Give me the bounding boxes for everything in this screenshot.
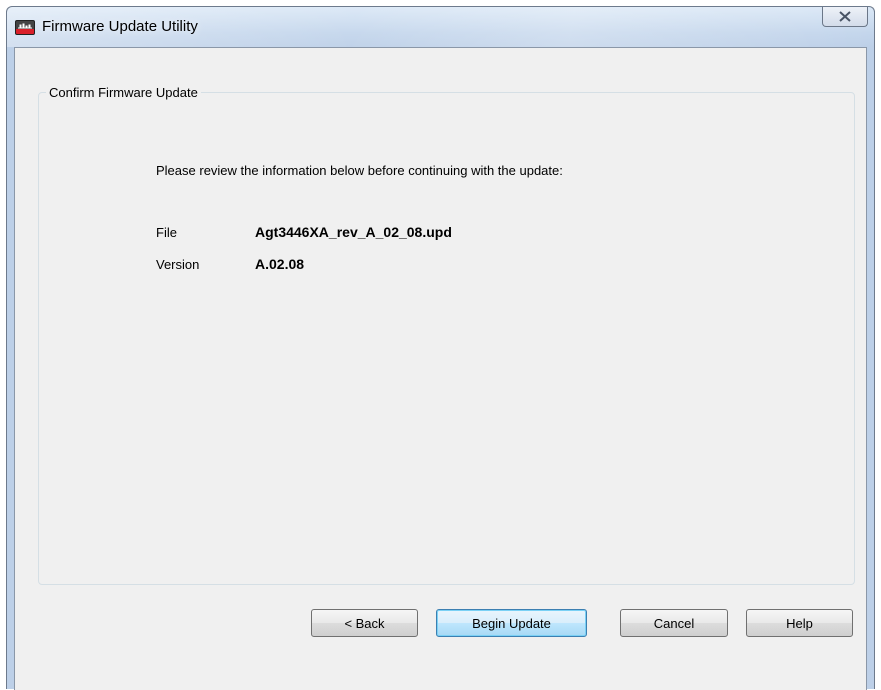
groupbox-legend: Confirm Firmware Update — [46, 85, 201, 100]
close-button[interactable] — [822, 7, 868, 27]
window-title: Firmware Update Utility — [42, 18, 198, 35]
app-logo-icon — [15, 20, 35, 35]
back-button[interactable]: < Back — [311, 609, 418, 637]
close-icon — [839, 11, 851, 22]
version-label: Version — [156, 257, 200, 272]
version-value: A.02.08 — [255, 256, 305, 272]
begin-update-button[interactable]: Begin Update — [436, 609, 587, 637]
dialog-window: Firmware Update Utility Confirm Firmware… — [6, 6, 875, 690]
file-label: File — [156, 225, 177, 240]
intro-text: Please review the information below befo… — [156, 163, 563, 178]
cancel-button[interactable]: Cancel — [620, 609, 728, 637]
dialog-client-area: Confirm Firmware Update Please review th… — [14, 47, 867, 690]
title-bar[interactable]: Firmware Update Utility — [7, 7, 874, 47]
file-value: Agt3446XA_rev_A_02_08.upd — [255, 224, 452, 240]
help-button[interactable]: Help — [746, 609, 853, 637]
